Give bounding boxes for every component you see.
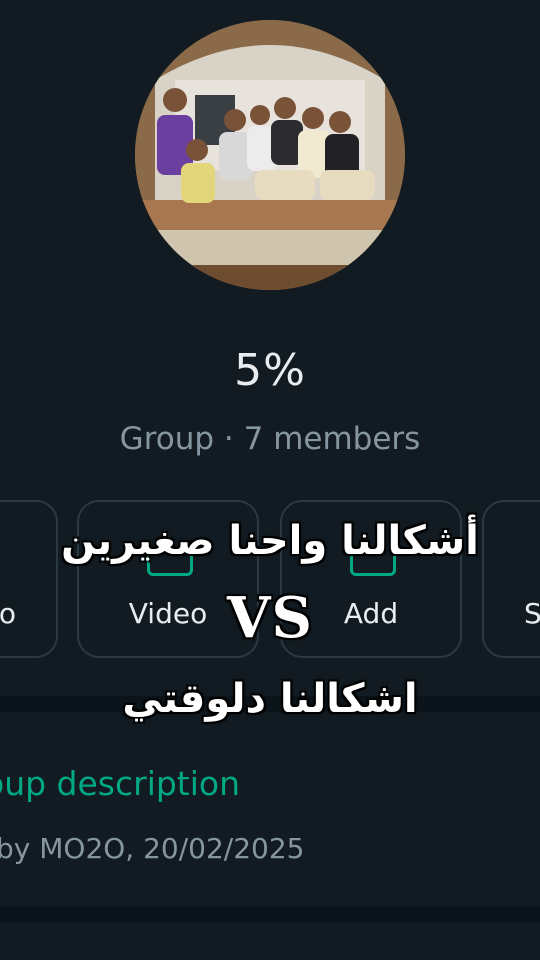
group-description-title: oup description (0, 764, 241, 803)
group-name: 5% (234, 345, 306, 396)
group-created-info: by MO2O, 20/02/2025 (0, 832, 305, 865)
section-divider (0, 906, 540, 922)
group-member-count: Group · 7 members (119, 421, 421, 457)
overlay-caption-top: أشكالنا واحنا صغيرين (61, 518, 479, 564)
group-info-screen: 5% Group · 7 members o Video Add S oup d… (0, 0, 540, 960)
group-photo-image (135, 20, 405, 290)
group-description-card[interactable] (0, 712, 540, 907)
overlay-caption-bottom: اشكالنا دلوقتي (122, 676, 418, 722)
overlay-vs-text: VS (227, 585, 313, 651)
group-avatar[interactable] (135, 20, 405, 290)
